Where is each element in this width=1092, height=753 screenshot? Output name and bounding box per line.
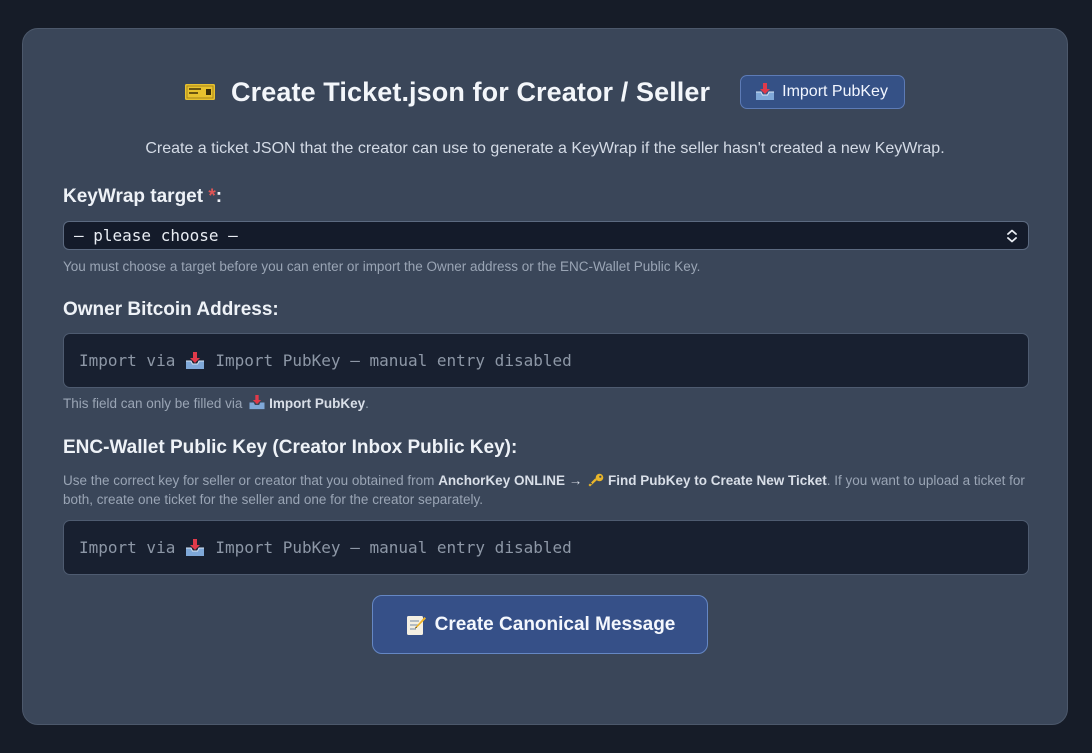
inbox-tray-icon <box>185 351 205 370</box>
keywrap-target-select[interactable]: — please choose — <box>63 221 1029 250</box>
page-title: Create Ticket.json for Creator / Seller <box>231 76 711 107</box>
enc-wallet-label: ENC-Wallet Public Key (Creator Inbox Pub… <box>63 437 518 458</box>
keywrap-target-colon: : <box>215 186 223 207</box>
enc-hint-bold1: AnchorKey ONLINE → <box>438 473 583 488</box>
keywrap-target-selected: — please choose — <box>74 226 238 245</box>
owner-address-label: Owner Bitcoin Address: <box>63 299 279 320</box>
enc-hint-part1: Use the correct key for seller or creato… <box>63 473 435 488</box>
owner-address-placeholder-suffix: Import PubKey — manual entry disabled <box>215 351 572 370</box>
enc-hint-bold2: Find PubKey to Create New Ticket <box>607 473 827 488</box>
header: Create Ticket.json for Creator / Seller … <box>23 69 1067 115</box>
owner-address-field[interactable]: Import via Import PubKey — manual entry … <box>63 333 1029 388</box>
keywrap-target-hint: You must choose a target before you can … <box>63 259 701 274</box>
import-pubkey-button[interactable]: Import PubKey <box>740 75 905 109</box>
owner-hint-suffix: . <box>365 396 369 411</box>
create-canonical-message-label: Create Canonical Message <box>434 613 676 635</box>
enc-wallet-placeholder-suffix: Import PubKey — manual entry disabled <box>215 538 572 557</box>
inbox-tray-icon <box>185 538 205 557</box>
create-canonical-message-button[interactable]: Create Canonical Message <box>372 595 708 654</box>
key-icon <box>588 473 604 487</box>
inbox-tray-icon <box>249 395 265 410</box>
chevron-updown-icon <box>1007 229 1017 242</box>
owner-hint-bold: Import PubKey <box>269 396 366 411</box>
owner-address-hint: This field can only be filled via Import… <box>63 394 1027 413</box>
owner-hint-prefix: This field can only be filled via <box>63 396 243 411</box>
inbox-tray-icon <box>755 83 775 101</box>
required-mark: * <box>208 186 216 207</box>
import-pubkey-label: Import PubKey <box>782 83 888 100</box>
subtitle: Create a ticket JSON that the creator ca… <box>145 140 945 157</box>
memo-icon <box>406 615 426 635</box>
enc-wallet-hint: Use the correct key for seller or creato… <box>63 471 1027 509</box>
enc-wallet-field[interactable]: Import via Import PubKey — manual entry … <box>63 520 1029 575</box>
enc-wallet-placeholder-prefix: Import via <box>79 538 176 557</box>
keywrap-target-text: KeyWrap target <box>63 186 204 207</box>
ticket-icon <box>185 82 216 102</box>
owner-address-placeholder-prefix: Import via <box>79 351 176 370</box>
keywrap-target-label: KeyWrap target *: <box>63 186 222 208</box>
ticket-form-card: Create Ticket.json for Creator / Seller … <box>22 28 1068 725</box>
